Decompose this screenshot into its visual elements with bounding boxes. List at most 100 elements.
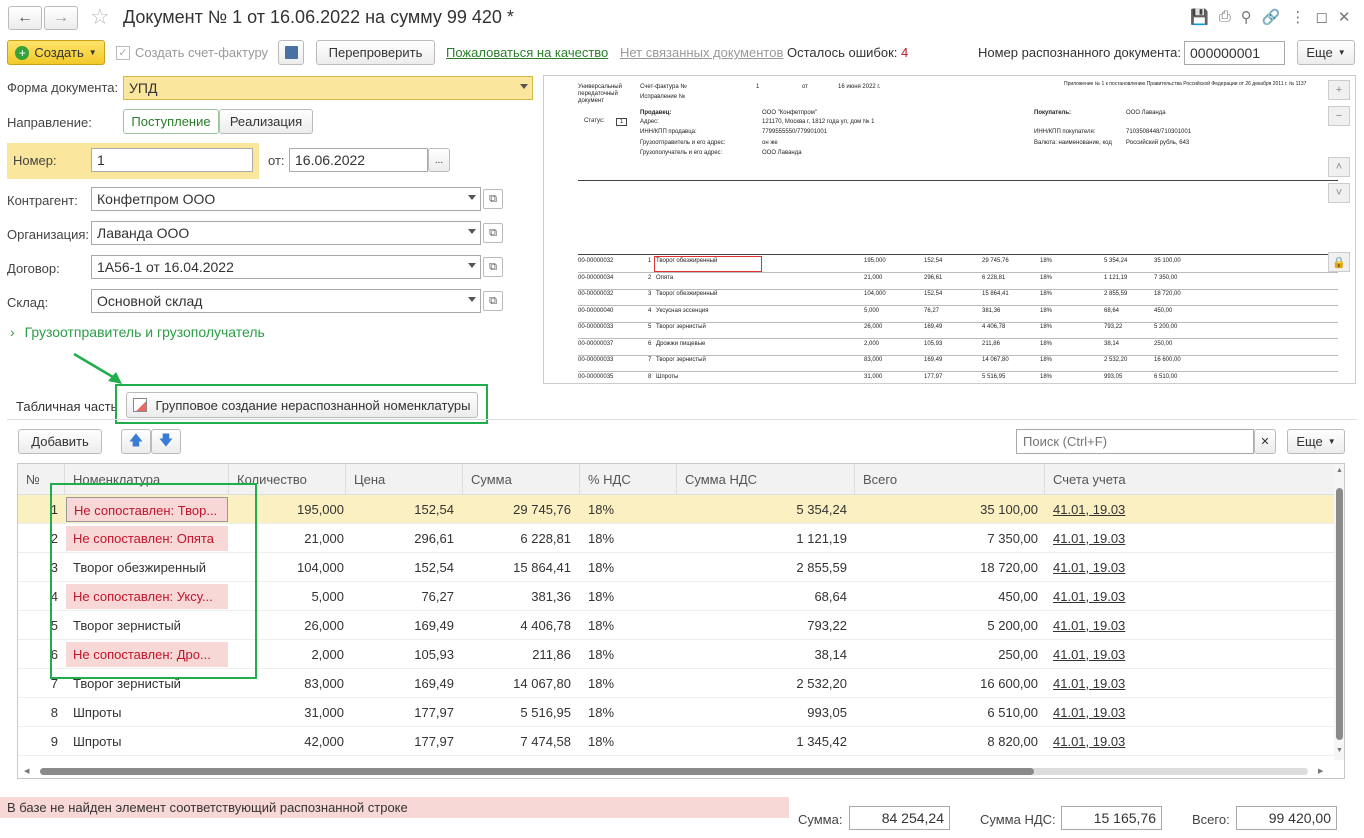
preview-cell-total: 6 510,00 (1154, 373, 1178, 380)
document-preview[interactable]: Универсальный передаточный документ Счет… (543, 75, 1356, 384)
chevron-left-icon[interactable]: ◀ (24, 767, 29, 775)
star-icon[interactable]: ☆ (90, 4, 110, 30)
contract-field[interactable]: 1А56-1 от 16.04.2022 (91, 255, 481, 279)
cell-acc[interactable]: 41.01, 19.03 (1053, 495, 1253, 524)
cell-vsum: 793,22 (807, 618, 847, 633)
more-icon[interactable]: ⋮ (1290, 8, 1305, 26)
shipper-link[interactable]: › Грузоотправитель и грузополучатель (10, 324, 265, 340)
chevron-up-icon[interactable]: ▲ (1336, 467, 1343, 474)
preview-cell-name: Опята (656, 274, 674, 281)
restore-icon[interactable]: ◻ (1315, 8, 1327, 26)
cell-acc[interactable]: 41.01, 19.03 (1053, 669, 1253, 698)
chevron-down-icon[interactable]: ▼ (1336, 747, 1343, 754)
preview-cell-n: 8 (648, 373, 652, 380)
open-icon: ⧉ (489, 260, 497, 273)
chevron-up-icon[interactable]: ˄ (1328, 157, 1350, 177)
tab-divider (7, 419, 1357, 420)
doc-form-label: Форма документа: (7, 80, 119, 95)
add-row-button[interactable]: Добавить (18, 429, 102, 454)
preview-cell-n: 2 (648, 274, 652, 281)
move-up-button[interactable]: 🡅 (121, 429, 151, 454)
table-row[interactable]: 8 Шпроты 31,000 177,97 5 516,95 18% 993,05 6 51… (18, 698, 1334, 727)
cell-acc[interactable]: 41.01, 19.03 (1053, 611, 1253, 640)
chevron-right-icon[interactable]: ▶ (1318, 767, 1323, 775)
warehouse-field[interactable]: Основной склад (91, 289, 481, 313)
recheck-button[interactable]: Перепроверить (316, 40, 435, 65)
col-header-vat-sum[interactable]: Сумма НДС (677, 464, 855, 495)
col-header-vat[interactable]: % НДС (580, 464, 677, 495)
open-warehouse-button[interactable]: ⧉ (483, 291, 503, 311)
create-invoice-checkbox[interactable]: ✓ Создать счет-фактуру (116, 45, 268, 60)
direction-out-button[interactable]: Реализация (219, 109, 313, 134)
preview-cell-vat: 18% (1040, 274, 1053, 281)
cell-price: 296,61 (414, 531, 454, 546)
zoom-out-icon[interactable]: − (1328, 106, 1350, 126)
forward-button[interactable]: → (44, 6, 78, 30)
doc-form-select[interactable]: УПД (123, 76, 533, 100)
col-header-total[interactable]: Всего (855, 464, 1045, 495)
search-input[interactable] (1016, 429, 1254, 454)
cell-item[interactable]: Шпроты (73, 698, 233, 727)
total-field: 99 420,00 (1236, 806, 1337, 830)
date-picker-button[interactable]: ... (428, 148, 450, 172)
open-contractor-button[interactable]: ⧉ (483, 189, 503, 209)
scroll-thumb-v[interactable] (1336, 488, 1343, 740)
cell-acc[interactable]: 41.01, 19.03 (1053, 640, 1253, 669)
horizontal-scrollbar[interactable]: ◀ ▶ (18, 766, 1334, 778)
cell-vsum: 68,64 (814, 589, 847, 604)
scroll-thumb-h[interactable] (40, 768, 1034, 775)
col-header-sum[interactable]: Сумма (463, 464, 580, 495)
chevron-down-icon[interactable]: ˅ (1328, 183, 1350, 203)
back-button[interactable]: ← (8, 6, 42, 30)
save-button[interactable] (278, 40, 304, 65)
more-button[interactable]: Еще ▼ (1297, 40, 1355, 65)
tab-table-part[interactable]: Табличная часть (16, 399, 117, 414)
cell-acc[interactable]: 41.01, 19.03 (1053, 727, 1253, 756)
cell-total: 16 600,00 (980, 676, 1038, 691)
cell-item[interactable]: Шпроты (73, 727, 233, 756)
link-icon[interactable]: 🔗 (1262, 8, 1281, 26)
create-button[interactable]: + Создать ▼ (7, 40, 105, 65)
complain-link[interactable]: Пожаловаться на качество (446, 45, 608, 60)
close-icon[interactable]: ✕ (1338, 8, 1351, 26)
date-field[interactable]: 16.06.2022 (289, 148, 428, 172)
org-label: Организация: (7, 227, 90, 242)
save-icon[interactable]: 💾 (1190, 8, 1209, 26)
move-down-button[interactable]: 🡇 (151, 429, 181, 454)
arrow-right-icon: → (53, 9, 69, 26)
col-header-price[interactable]: Цена (346, 464, 463, 495)
search-doc-icon[interactable]: ⚲ (1241, 8, 1252, 26)
cell-acc[interactable]: 41.01, 19.03 (1053, 582, 1253, 611)
preview-cell-sum: 4 406,78 (982, 324, 1006, 330)
cell-vat: 18% (588, 502, 615, 517)
cell-sum: 381,36 (531, 589, 571, 604)
open-contract-button[interactable]: ⧉ (483, 257, 503, 277)
cell-acc[interactable]: 41.01, 19.03 (1053, 698, 1253, 727)
open-org-button[interactable]: ⧉ (483, 223, 503, 243)
cell-acc[interactable]: 41.01, 19.03 (1053, 524, 1253, 553)
cell-total: 250,00 (998, 647, 1038, 662)
preview-cell-total: 16 600,00 (1154, 357, 1181, 363)
number-field[interactable]: 1 (91, 148, 253, 172)
group-create-button[interactable]: Групповое создание нераспознанной номенк… (126, 392, 478, 418)
cell-acc[interactable]: 41.01, 19.03 (1053, 553, 1253, 582)
chevron-down-icon (520, 84, 528, 89)
contractor-field[interactable]: Конфетпром ООО (91, 187, 481, 211)
clear-search-button[interactable]: ✕ (1254, 429, 1276, 454)
cell-sum: 29 745,76 (513, 502, 571, 517)
direction-in-button[interactable]: Поступление (123, 109, 219, 134)
vertical-scrollbar[interactable]: ▲ ▼ (1334, 464, 1344, 760)
table-more-button[interactable]: Еще ▼ (1287, 429, 1345, 454)
zoom-in-icon[interactable]: + (1328, 80, 1350, 100)
lock-icon[interactable]: 🔒 (1328, 252, 1350, 272)
col-header-accounts[interactable]: Счета учета (1045, 464, 1334, 495)
no-related-link[interactable]: Нет связанных документов (620, 45, 783, 60)
table-row[interactable]: 9 Шпроты 42,000 177,97 7 474,58 18% 1 345,42 8 … (18, 727, 1334, 756)
cell-sum: 6 228,81 (520, 531, 571, 546)
preview-cell-price: 76,27 (924, 307, 940, 314)
print-icon[interactable]: ⎙ (1219, 8, 1231, 26)
org-field[interactable]: Лаванда ООО (91, 221, 481, 245)
preview-cell-name: Уксусная эссенция (656, 307, 709, 314)
recognized-number-field[interactable]: 000000001 (1184, 41, 1285, 65)
preview-cell-sum: 29 745,76 (982, 258, 1009, 264)
